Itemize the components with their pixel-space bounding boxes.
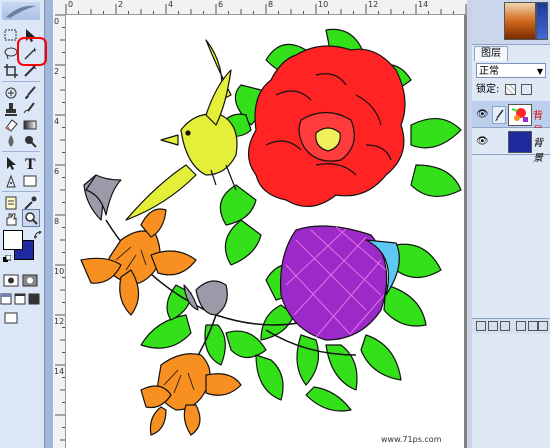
ruler-label: 4 [168, 0, 174, 9]
layers-tab[interactable]: 图层 [474, 46, 508, 61]
brush-tool[interactable] [22, 85, 38, 101]
zoom-tool[interactable] [22, 209, 40, 227]
vertical-ruler: 0 2 4 6 8 10 12 14 [53, 14, 66, 448]
lock-paint-icon[interactable] [520, 83, 532, 95]
highlight-circle [17, 37, 47, 66]
ruler-label: 2 [54, 67, 60, 76]
image-canvas[interactable]: www.71ps.com [66, 15, 464, 448]
toolbox: T [0, 0, 47, 448]
default-colors-icon[interactable] [3, 253, 12, 262]
layers-panel: 图层 正常 ▼ 锁定: 👁 背景 👁 背景 [472, 44, 550, 335]
toolbox-divider [2, 191, 40, 192]
gradient-tool[interactable] [22, 117, 38, 133]
screen-mode-menu-icon[interactable] [14, 292, 26, 308]
ruler-label: 12 [368, 0, 379, 9]
lock-label: 锁定: [476, 84, 500, 95]
path-selection-tool[interactable] [3, 155, 19, 171]
crop-tool[interactable] [3, 63, 19, 79]
blend-mode-select[interactable]: 正常 ▼ [476, 63, 546, 78]
quick-mask-icon[interactable] [22, 272, 38, 288]
hand-tool[interactable] [3, 211, 19, 227]
layers-tab-label: 图层 [481, 48, 501, 59]
ruler-label: 12 [54, 317, 65, 326]
eye-icon[interactable]: 👁 [476, 136, 489, 147]
mask-icon[interactable] [500, 321, 510, 331]
ruler-label: 6 [218, 0, 224, 9]
ruler-label: 6 [54, 167, 60, 176]
trash-icon[interactable] [538, 321, 548, 331]
ruler-label: 14 [54, 367, 65, 376]
slice-tool[interactable] [22, 63, 38, 79]
shape-tool[interactable] [22, 173, 38, 189]
ruler-label: 4 [54, 117, 60, 126]
lock-transparent-icon[interactable] [504, 83, 516, 95]
ruler-label: 8 [268, 0, 274, 9]
dodge-tool[interactable] [22, 133, 38, 149]
link-icon[interactable] [476, 321, 486, 331]
layer-style-icon[interactable] [488, 321, 498, 331]
feather-icon [6, 5, 36, 18]
history-brush-tool[interactable] [22, 101, 38, 117]
svg-text:T: T [25, 157, 36, 171]
layer-name: 背景 [533, 138, 543, 164]
blur-tool[interactable] [3, 133, 19, 149]
blend-mode-value: 正常 [479, 66, 499, 77]
swap-colors-icon[interactable] [33, 229, 42, 239]
brush-icon [495, 109, 504, 121]
type-tool[interactable]: T [22, 155, 38, 171]
jump-to-imageready-icon[interactable] [3, 310, 39, 326]
screen-mode-full-icon[interactable] [28, 292, 40, 308]
color-slider[interactable] [536, 2, 548, 40]
healing-brush-tool[interactable] [3, 85, 19, 101]
layer-thumbnail [508, 131, 532, 153]
ruler-label: 10 [318, 0, 329, 9]
eraser-tool[interactable] [3, 117, 19, 133]
yellow-bird [125, 39, 238, 221]
layer-thumbnail [508, 104, 532, 126]
notes-tool[interactable] [3, 195, 19, 211]
color-panel [472, 0, 550, 44]
brush-link-icon [492, 106, 506, 124]
ruler-label: 14 [418, 0, 429, 9]
toolbox-divider [2, 151, 40, 152]
layer-row[interactable]: 👁 背景 [472, 128, 550, 164]
standard-mode-icon[interactable] [3, 272, 19, 288]
layer-row[interactable]: 👁 背景 [472, 101, 550, 137]
ruler-label: 2 [118, 0, 124, 9]
pen-tool[interactable] [3, 173, 19, 189]
new-layer-icon[interactable] [528, 321, 538, 331]
toolbox-divider [2, 81, 40, 82]
purple-fruit [279, 225, 400, 341]
new-layer-icon[interactable] [516, 321, 526, 331]
ruler-label: 10 [54, 267, 65, 276]
foreground-color-swatch[interactable] [3, 230, 23, 250]
layers-footer [472, 318, 550, 334]
document-window: 0 2 4 6 8 10 12 14 0 2 4 6 8 10 12 14 ww… [53, 0, 467, 448]
color-picker-box[interactable] [504, 2, 536, 40]
horizontal-ruler: 0 2 4 6 8 10 12 14 [53, 0, 467, 15]
ruler-label: 0 [54, 17, 60, 26]
watermark-text: www.71ps.com [381, 435, 442, 444]
right-panels: 图层 正常 ▼ 锁定: 👁 背景 👁 背景 [472, 0, 550, 448]
toolbox-header [2, 2, 40, 20]
ruler-label: 0 [68, 0, 74, 9]
flower-artwork [80, 28, 462, 436]
screen-mode-standard-icon[interactable] [0, 292, 12, 308]
lock-row: 锁定: [476, 83, 548, 97]
stamp-tool[interactable] [3, 101, 19, 117]
red-peony [247, 45, 406, 207]
eye-icon[interactable]: 👁 [476, 109, 489, 120]
chevron-down-icon: ▼ [536, 67, 543, 76]
orange-lily [80, 208, 242, 436]
ruler-label: 8 [54, 217, 60, 226]
